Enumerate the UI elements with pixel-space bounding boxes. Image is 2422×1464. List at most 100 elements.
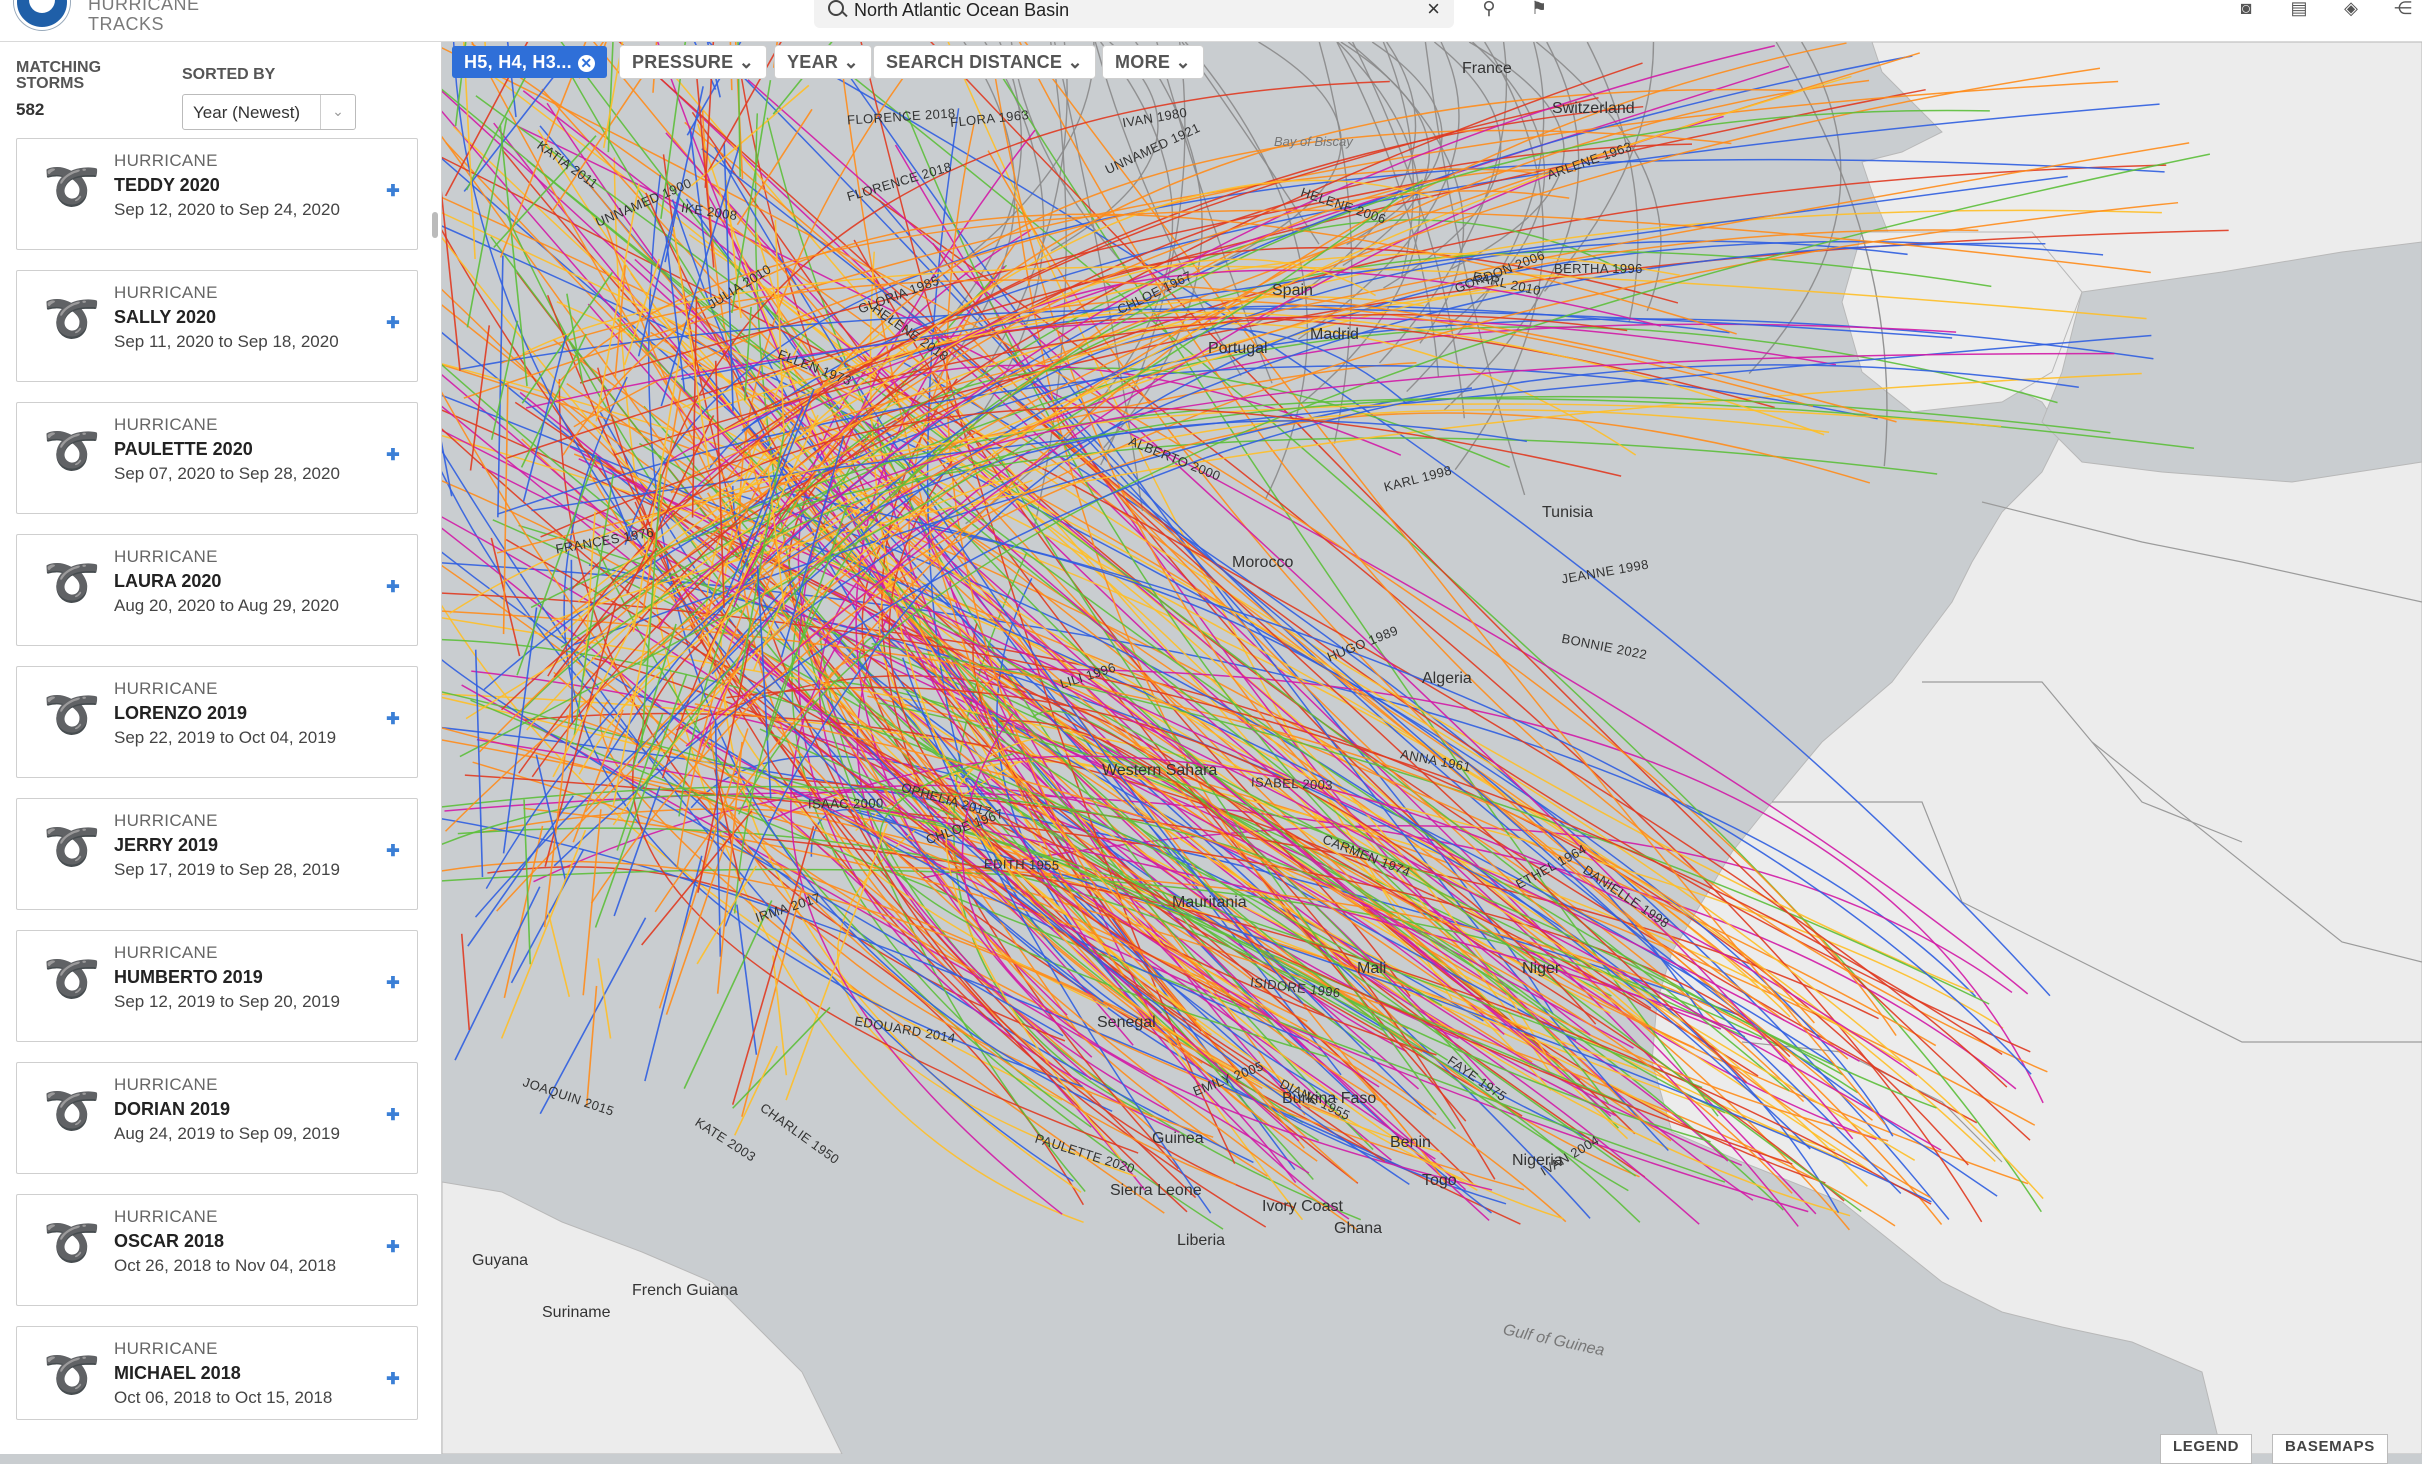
- add-to-map-icon[interactable]: ✚: [383, 181, 403, 200]
- storm-card[interactable]: ➰ HURRICANE OSCAR 2018 Oct 26, 2018 to Nov …: [16, 1194, 418, 1306]
- add-to-map-icon[interactable]: ✚: [383, 313, 403, 332]
- place-label: Niger: [1522, 960, 1561, 977]
- storm-dates: Aug 24, 2019 to Sep 09, 2019: [114, 1124, 340, 1143]
- map-view[interactable]: France Switzerland Spain Portugal Madrid Moro…: [442, 42, 2422, 1454]
- storm-track[interactable]: [570, 559, 573, 723]
- storm-name: OSCAR 2018: [114, 1231, 225, 1251]
- add-to-map-icon[interactable]: ✚: [383, 973, 403, 992]
- hurricane-icon: ➰: [43, 688, 101, 740]
- hurricane-icon: ➰: [43, 1084, 101, 1136]
- storm-category: HURRICANE: [114, 415, 218, 434]
- storm-category: HURRICANE: [114, 1075, 218, 1094]
- storm-dates: Sep 22, 2019 to Oct 04, 2019: [114, 728, 337, 747]
- storm-category: HURRICANE: [114, 283, 218, 302]
- place-label: Switzerland: [1552, 100, 1635, 117]
- search-distance-filter[interactable]: SEARCH DISTANCE ⌄: [874, 46, 1095, 78]
- storm-track-label: ISAAC 2000: [808, 795, 885, 811]
- noaa-logo: [14, 0, 70, 30]
- basemaps-button[interactable]: BASEMAPS: [2272, 1434, 2388, 1464]
- search-icon: [828, 0, 844, 16]
- app-title: HURRICANE TRACKS: [88, 0, 200, 34]
- storm-dates: Aug 20, 2020 to Aug 29, 2020: [114, 596, 339, 615]
- share-icon[interactable]: ⋲: [2392, 0, 2414, 17]
- hurricane-icon: ➰: [43, 952, 101, 1004]
- search-input[interactable]: [852, 0, 1396, 22]
- place-label: Spain: [1272, 282, 1313, 299]
- place-label: Ivory Coast: [1262, 1198, 1343, 1215]
- storm-category: HURRICANE: [114, 151, 218, 170]
- more-filter[interactable]: MORE ⌄: [1103, 46, 1203, 78]
- place-label: France: [1462, 60, 1512, 77]
- hurricane-icon: ➰: [43, 424, 101, 476]
- storm-card[interactable]: ➰ HURRICANE DORIAN 2019 Aug 24, 2019 to Sep…: [16, 1062, 418, 1174]
- place-label: Ghana: [1334, 1220, 1383, 1237]
- add-to-map-icon[interactable]: ✚: [383, 577, 403, 596]
- matching-storms-count: 582: [16, 100, 45, 119]
- hurricane-icon: ➰: [43, 1348, 101, 1400]
- pressure-filter[interactable]: PRESSURE ⌄: [620, 46, 767, 78]
- hurricane-icon: ➰: [43, 292, 101, 344]
- storm-category: HURRICANE: [114, 811, 218, 830]
- storm-name: PAULETTE 2020: [114, 439, 253, 459]
- place-label: Portugal: [1208, 340, 1268, 357]
- place-label: Madrid: [1310, 326, 1359, 343]
- legend-button[interactable]: LEGEND: [2160, 1434, 2253, 1464]
- storm-name: SALLY 2020: [114, 307, 217, 327]
- storm-card[interactable]: ➰ HURRICANE SALLY 2020 Sep 11, 2020 to Sep …: [16, 270, 418, 382]
- sort-select[interactable]: Year (Newest) ⌄: [182, 94, 356, 130]
- storm-dates: Oct 26, 2018 to Nov 04, 2018: [114, 1256, 337, 1275]
- storm-card[interactable]: ➰ HURRICANE LORENZO 2019 Sep 22, 2019 to Oc…: [16, 666, 418, 778]
- place-label: Liberia: [1177, 1232, 1226, 1249]
- place-label: Senegal: [1097, 1014, 1156, 1031]
- hurricane-icon: ➰: [43, 1216, 101, 1268]
- clear-search-icon[interactable]: ×: [1427, 0, 1440, 22]
- place-label: Suriname: [542, 1304, 611, 1321]
- place-label: Tunisia: [1542, 504, 1593, 521]
- place-label: Togo: [1422, 1172, 1457, 1189]
- storm-name: HUMBERTO 2019: [114, 967, 263, 987]
- hurricane-icon: ➰: [43, 820, 101, 872]
- flag-icon[interactable]: ⚑: [1528, 0, 1550, 17]
- location-pin-icon[interactable]: ⚲: [1478, 0, 1500, 17]
- add-to-map-icon[interactable]: ✚: [383, 1369, 403, 1388]
- place-label: Guinea: [1152, 1130, 1204, 1147]
- storm-card[interactable]: ➰ HURRICANE TEDDY 2020 Sep 12, 2020 to Sep …: [16, 138, 418, 250]
- tag-icon[interactable]: ◈: [2340, 0, 2362, 17]
- place-label: Benin: [1390, 1134, 1431, 1151]
- storm-name: TEDDY 2020: [114, 175, 220, 195]
- storm-category: HURRICANE: [114, 943, 218, 962]
- add-to-map-icon[interactable]: ✚: [383, 445, 403, 464]
- storm-card[interactable]: ➰ HURRICANE MICHAEL 2018 Oct 06, 2018 to Oc…: [16, 1326, 418, 1420]
- storm-name: DORIAN 2019: [114, 1099, 231, 1119]
- add-to-map-icon[interactable]: ✚: [383, 841, 403, 860]
- year-filter[interactable]: YEAR ⌄: [775, 46, 871, 78]
- add-to-map-icon[interactable]: ✚: [383, 1105, 403, 1124]
- chevron-down-icon: ⌄: [320, 95, 355, 129]
- storm-card[interactable]: ➰ HURRICANE JERRY 2019 Sep 17, 2019 to Sep …: [16, 798, 418, 910]
- sidebar-scrollbar[interactable]: [432, 212, 438, 238]
- storm-name: MICHAEL 2018: [114, 1363, 241, 1383]
- storm-category: HURRICANE: [114, 679, 218, 698]
- place-label: Western Sahara: [1102, 762, 1218, 779]
- intensity-filter-chip[interactable]: H5, H4, H3... ✕: [452, 46, 607, 78]
- place-label: Mauritania: [1172, 894, 1247, 911]
- storm-card[interactable]: ➰ HURRICANE PAULETTE 2020 Sep 07, 2020 to S…: [16, 402, 418, 514]
- storm-card[interactable]: ➰ HURRICANE LAURA 2020 Aug 20, 2020 to Aug …: [16, 534, 418, 646]
- sorted-by-label: SORTED BY: [182, 66, 276, 83]
- storm-category: HURRICANE: [114, 1339, 218, 1358]
- matching-storms-label: MATCHING STORMS: [16, 59, 102, 92]
- place-label: Algeria: [1422, 670, 1472, 687]
- print-icon[interactable]: ▤: [2288, 0, 2310, 17]
- storm-track-label: BERTHA 1996: [1554, 261, 1644, 277]
- sort-value: Year (Newest): [193, 103, 301, 122]
- map-canvas[interactable]: [442, 42, 2422, 1454]
- remove-filter-icon[interactable]: ✕: [577, 54, 595, 72]
- storm-name: JERRY 2019: [114, 835, 219, 855]
- storm-track-label: EDITH 1955: [984, 856, 1060, 873]
- add-to-map-icon[interactable]: ✚: [383, 709, 403, 728]
- camera-icon[interactable]: ◙: [2235, 0, 2257, 17]
- add-to-map-icon[interactable]: ✚: [383, 1237, 403, 1256]
- storm-card[interactable]: ➰ HURRICANE HUMBERTO 2019 Sep 12, 2019 to S…: [16, 930, 418, 1042]
- hurricane-icon: ➰: [43, 160, 101, 212]
- place-label: French Guiana: [632, 1282, 738, 1299]
